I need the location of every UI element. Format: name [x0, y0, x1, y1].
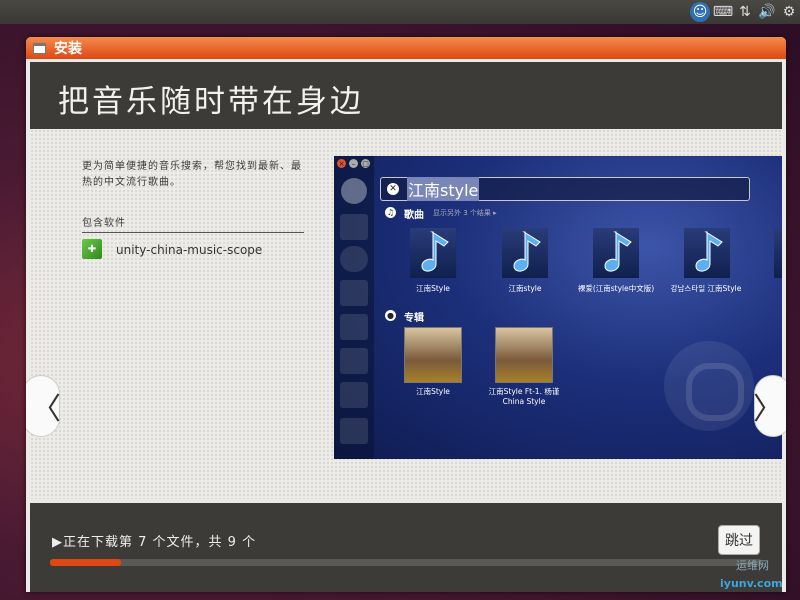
minimize-icon: – — [349, 159, 358, 168]
writer-icon — [340, 280, 368, 306]
song-tile — [502, 228, 548, 278]
window-titlebar[interactable]: 安装 — [26, 37, 786, 59]
song-tile — [774, 228, 782, 278]
install-progress-panel: ▶正在下载第 7 个文件，共 9 个 跳过 — [30, 503, 782, 592]
albums-category-title: 专辑 — [404, 313, 424, 324]
search-query: 江南style — [407, 177, 480, 201]
songs-category-icon: ♫ — [385, 207, 396, 218]
close-icon: × — [337, 159, 346, 168]
window-controls: × – □ — [337, 159, 370, 168]
maximize-icon: □ — [361, 159, 370, 168]
ubuntu-one-icon — [340, 418, 368, 444]
slide-description: 更为简单便捷的音乐搜索，帮您找到最新、最热的中文流行歌曲。 — [82, 161, 302, 188]
dash-screenshot: × – □ ✕ 江南style ♫ 歌曲 显示另外 3 个结果 ▸ 江南Styl… — [334, 156, 782, 459]
album-label-line2: China Style — [502, 397, 546, 406]
package-name: unity-china-music-scope — [116, 243, 263, 257]
included-software-label: 包含软件 — [82, 218, 126, 229]
launcher — [334, 156, 374, 459]
divider — [82, 232, 304, 233]
site-watermark: 运维网 iyunv.com — [700, 555, 800, 600]
download-status: ▶正在下载第 7 个文件，共 9 个 — [52, 535, 257, 550]
gear-icon[interactable]: ⚙ — [780, 2, 798, 22]
dash-search-box: ✕ 江南style — [380, 177, 750, 201]
watermark-line1: 运维网 — [736, 559, 769, 572]
accessibility-icon[interactable]: ☺ — [690, 2, 710, 22]
top-panel: ☺ ⌨ ⇅ 🔊 ⚙ — [0, 0, 800, 24]
network-icon[interactable]: ⇅ — [736, 2, 754, 22]
song-label: 江南style — [508, 284, 542, 293]
slide-header: 把音乐随时带在身边 — [30, 62, 782, 129]
dash-home-icon — [341, 178, 367, 204]
progress-bar — [50, 559, 762, 566]
skip-button[interactable]: 跳过 — [718, 525, 760, 555]
song-label: 江南Style — [416, 284, 450, 293]
clear-search-icon: ✕ — [387, 183, 399, 195]
album-label: 江南Style — [416, 387, 450, 396]
calc-icon — [340, 314, 368, 340]
song-tile — [410, 228, 456, 278]
files-icon — [340, 214, 368, 240]
watermark-line2: iyunv.com — [720, 577, 783, 590]
songs-more-results: 显示另外 3 个结果 ▸ — [433, 209, 497, 217]
volume-icon[interactable]: 🔊 — [757, 2, 777, 22]
keyboard-icon[interactable]: ⌨ — [712, 2, 734, 22]
progress-fill — [50, 559, 122, 566]
album-cover — [495, 327, 553, 383]
browser-icon — [340, 246, 368, 272]
window-title: 安装 — [54, 41, 82, 57]
albums-category-icon: ● — [385, 310, 396, 321]
slideshow-content: 更为简单便捷的音乐搜索，帮您找到最新、最热的中文流行歌曲。 包含软件 ✚ uni… — [26, 129, 786, 499]
next-slide-button[interactable]: 〉 — [753, 375, 786, 437]
song-label: 강남스타일 江南Style — [670, 284, 742, 293]
ubuntu-logo-watermark — [664, 341, 754, 431]
package-icon: ✚ — [82, 239, 102, 259]
song-tile — [593, 228, 639, 278]
album-cover — [404, 327, 462, 383]
album-label: 江南Style Ft-1. 杨谨 — [488, 387, 560, 396]
impress-icon — [340, 348, 368, 374]
installer-window: 安装 把音乐随时带在身边 更为简单便捷的音乐搜索，帮您找到最新、最热的中文流行歌… — [26, 37, 786, 592]
slide-title: 把音乐随时带在身边 — [58, 84, 364, 120]
previous-slide-button[interactable]: 〈 — [26, 375, 61, 437]
songs-category-title: 歌曲 — [404, 210, 424, 221]
window-icon — [33, 42, 46, 54]
software-center-icon — [340, 382, 368, 408]
song-label: 裸爱(江南style中文版) — [577, 284, 655, 293]
song-tile — [684, 228, 730, 278]
